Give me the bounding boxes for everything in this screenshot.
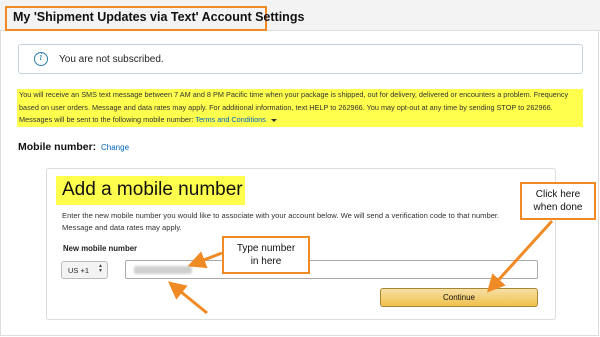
new-mobile-number-label: New mobile number [63, 244, 138, 253]
type-number-callout: Type number in here [222, 236, 310, 274]
disclaimer-text: You will receive an SMS text message bet… [19, 90, 569, 124]
subscription-alert: i You are not subscribed. [18, 44, 583, 74]
add-mobile-instructions: Enter the new mobile number you would li… [62, 211, 500, 232]
click-here-callout-line2: when done [533, 202, 583, 213]
click-here-callout-line1: Click here [535, 189, 581, 200]
click-here-callout: Click here when done [520, 182, 596, 220]
info-icon: i [34, 52, 48, 66]
country-code-value: US +1 [68, 266, 90, 275]
page-title: My 'Shipment Updates via Text' Account S… [13, 10, 305, 24]
alert-message: You are not subscribed. [59, 54, 164, 65]
select-arrows-icon: ▲ ▼ [98, 263, 103, 274]
continue-button[interactable]: Continue [380, 288, 538, 307]
type-number-callout-line2: in here [250, 256, 282, 267]
redacted-phone-number [134, 266, 192, 274]
mobile-number-input[interactable] [125, 260, 538, 279]
country-code-select[interactable]: US +1 ▲ ▼ [61, 261, 108, 279]
sms-disclaimer: You will receive an SMS text message bet… [17, 89, 583, 127]
mobile-number-label: Mobile number: [18, 141, 97, 153]
add-mobile-title: Add a mobile number [62, 179, 243, 200]
type-number-callout-line1: Type number [236, 243, 296, 254]
change-mobile-link[interactable]: Change [101, 143, 129, 152]
caret-down-icon[interactable] [270, 118, 277, 122]
terms-and-conditions-link[interactable]: Terms and Conditions [195, 115, 266, 124]
